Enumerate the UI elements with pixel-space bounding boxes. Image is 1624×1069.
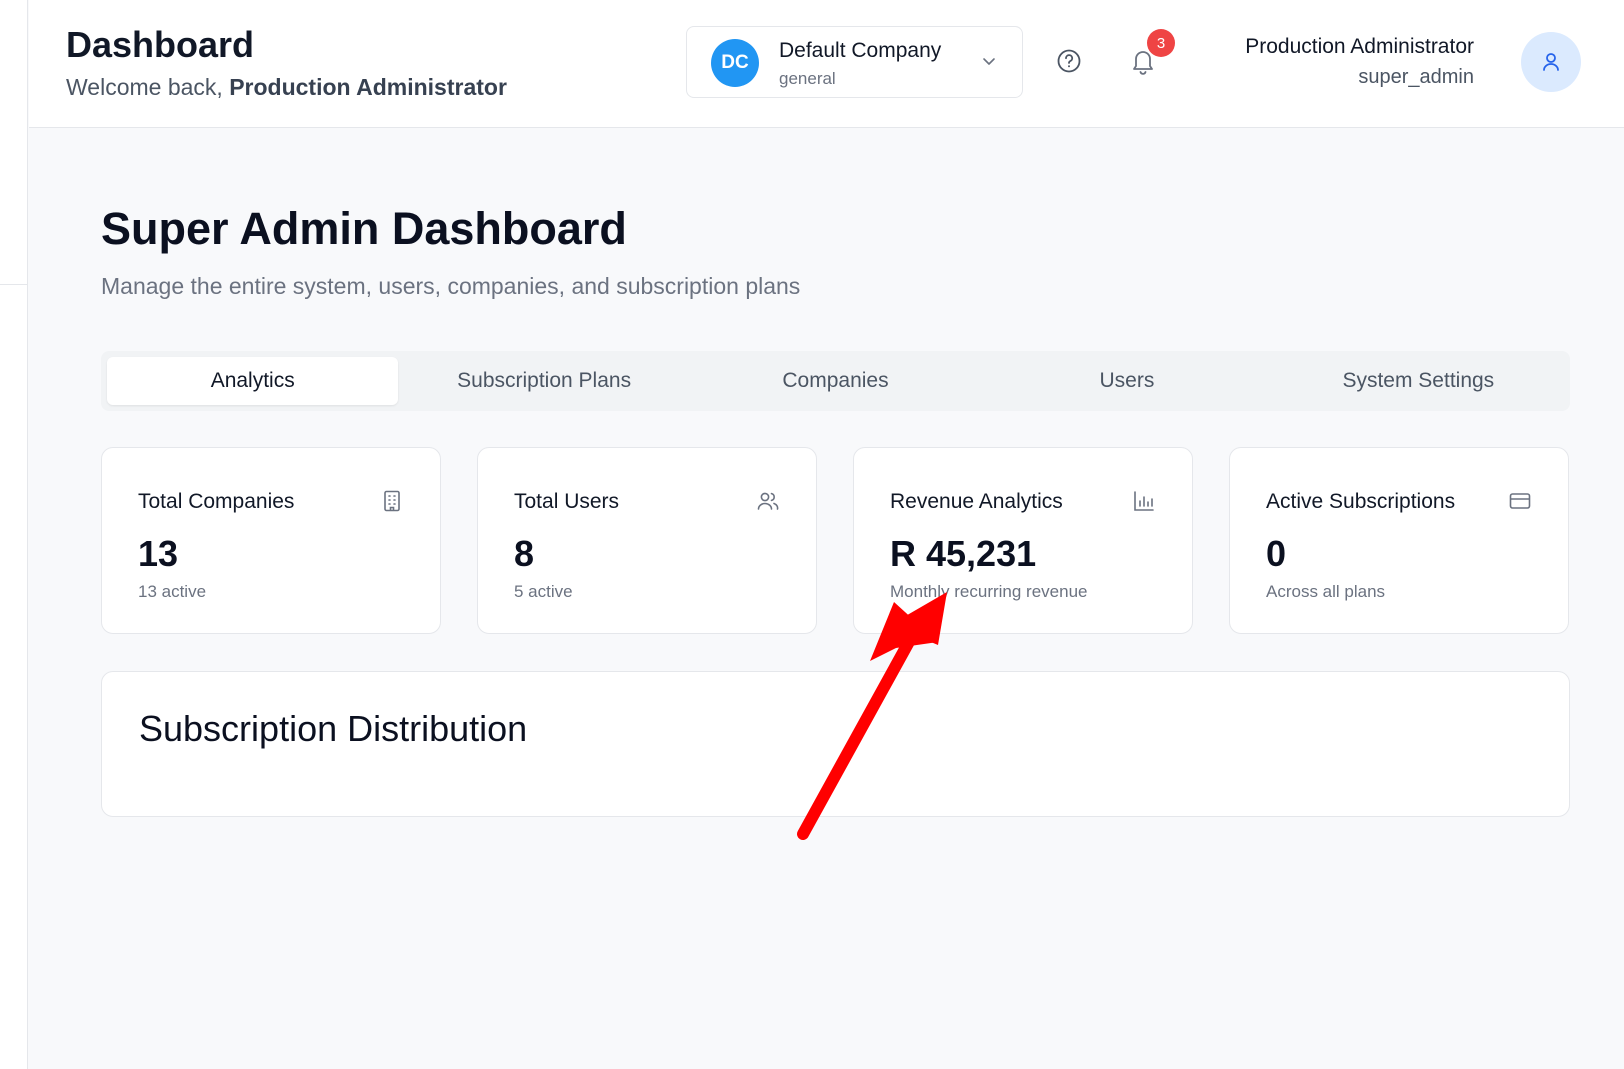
welcome-name: Production Administrator (229, 74, 507, 100)
user-role: super_admin (1358, 66, 1474, 88)
tab-subscription-plans[interactable]: Subscription Plans (398, 357, 689, 405)
tab-companies[interactable]: Companies (690, 357, 981, 405)
chevron-down-icon (983, 58, 995, 65)
stat-card-total-companies: Total Companies 13 13 active (101, 447, 441, 634)
header-title: Dashboard (66, 24, 255, 65)
stat-note: 5 active (514, 582, 573, 601)
company-type: general (779, 69, 836, 88)
tab-users[interactable]: Users (981, 357, 1272, 405)
user-icon (1543, 53, 1559, 71)
tab-analytics[interactable]: Analytics (107, 357, 399, 405)
stat-label: Total Users (514, 490, 620, 513)
page-subtitle: Manage the entire system, users, compani… (101, 273, 801, 299)
stat-note: Across all plans (1266, 582, 1386, 601)
stat-card-revenue-analytics: Revenue Analytics R 45,231 Monthly recur… (853, 447, 1193, 634)
sidebar-divider (0, 284, 28, 285)
stat-label: Total Companies (138, 490, 295, 513)
company-avatar: DC (711, 39, 759, 87)
stat-note: 13 active (138, 582, 207, 601)
company-switcher[interactable]: DC Default Company general (686, 26, 1023, 98)
stat-card-total-users: Total Users 8 5 active (477, 447, 817, 634)
page-title: Super Admin Dashboard (101, 203, 627, 254)
stat-value: 0 (1266, 533, 1287, 574)
tab-system-settings[interactable]: System Settings (1273, 357, 1564, 405)
stat-value: R 45,231 (890, 533, 1037, 574)
bar-chart-icon (1134, 491, 1154, 511)
welcome-prefix: Welcome back, (66, 74, 223, 100)
stat-value: 8 (514, 533, 535, 574)
subscription-distribution-card: Subscription Distribution (101, 671, 1570, 817)
users-icon (757, 492, 779, 510)
help-icon[interactable] (1056, 48, 1082, 74)
building-icon (384, 490, 400, 512)
company-name: Default Company (779, 39, 942, 62)
welcome-message: Welcome back, Production Administrator (66, 74, 507, 101)
stat-card-active-subscriptions: Active Subscriptions 0 Across all plans (1229, 447, 1569, 634)
credit-card-icon (1509, 493, 1531, 509)
sidebar-edge (0, 0, 28, 1069)
notification-badge: 3 (1147, 29, 1175, 57)
tab-bar: Analytics Subscription Plans Companies U… (101, 351, 1570, 411)
stat-value: 13 (138, 533, 179, 574)
stat-label: Active Subscriptions (1266, 490, 1456, 513)
user-name: Production Administrator (1245, 35, 1474, 58)
user-avatar[interactable] (1521, 32, 1581, 92)
stat-label: Revenue Analytics (890, 490, 1063, 513)
distribution-title: Subscription Distribution (139, 708, 528, 749)
stat-note: Monthly recurring revenue (890, 582, 1088, 601)
